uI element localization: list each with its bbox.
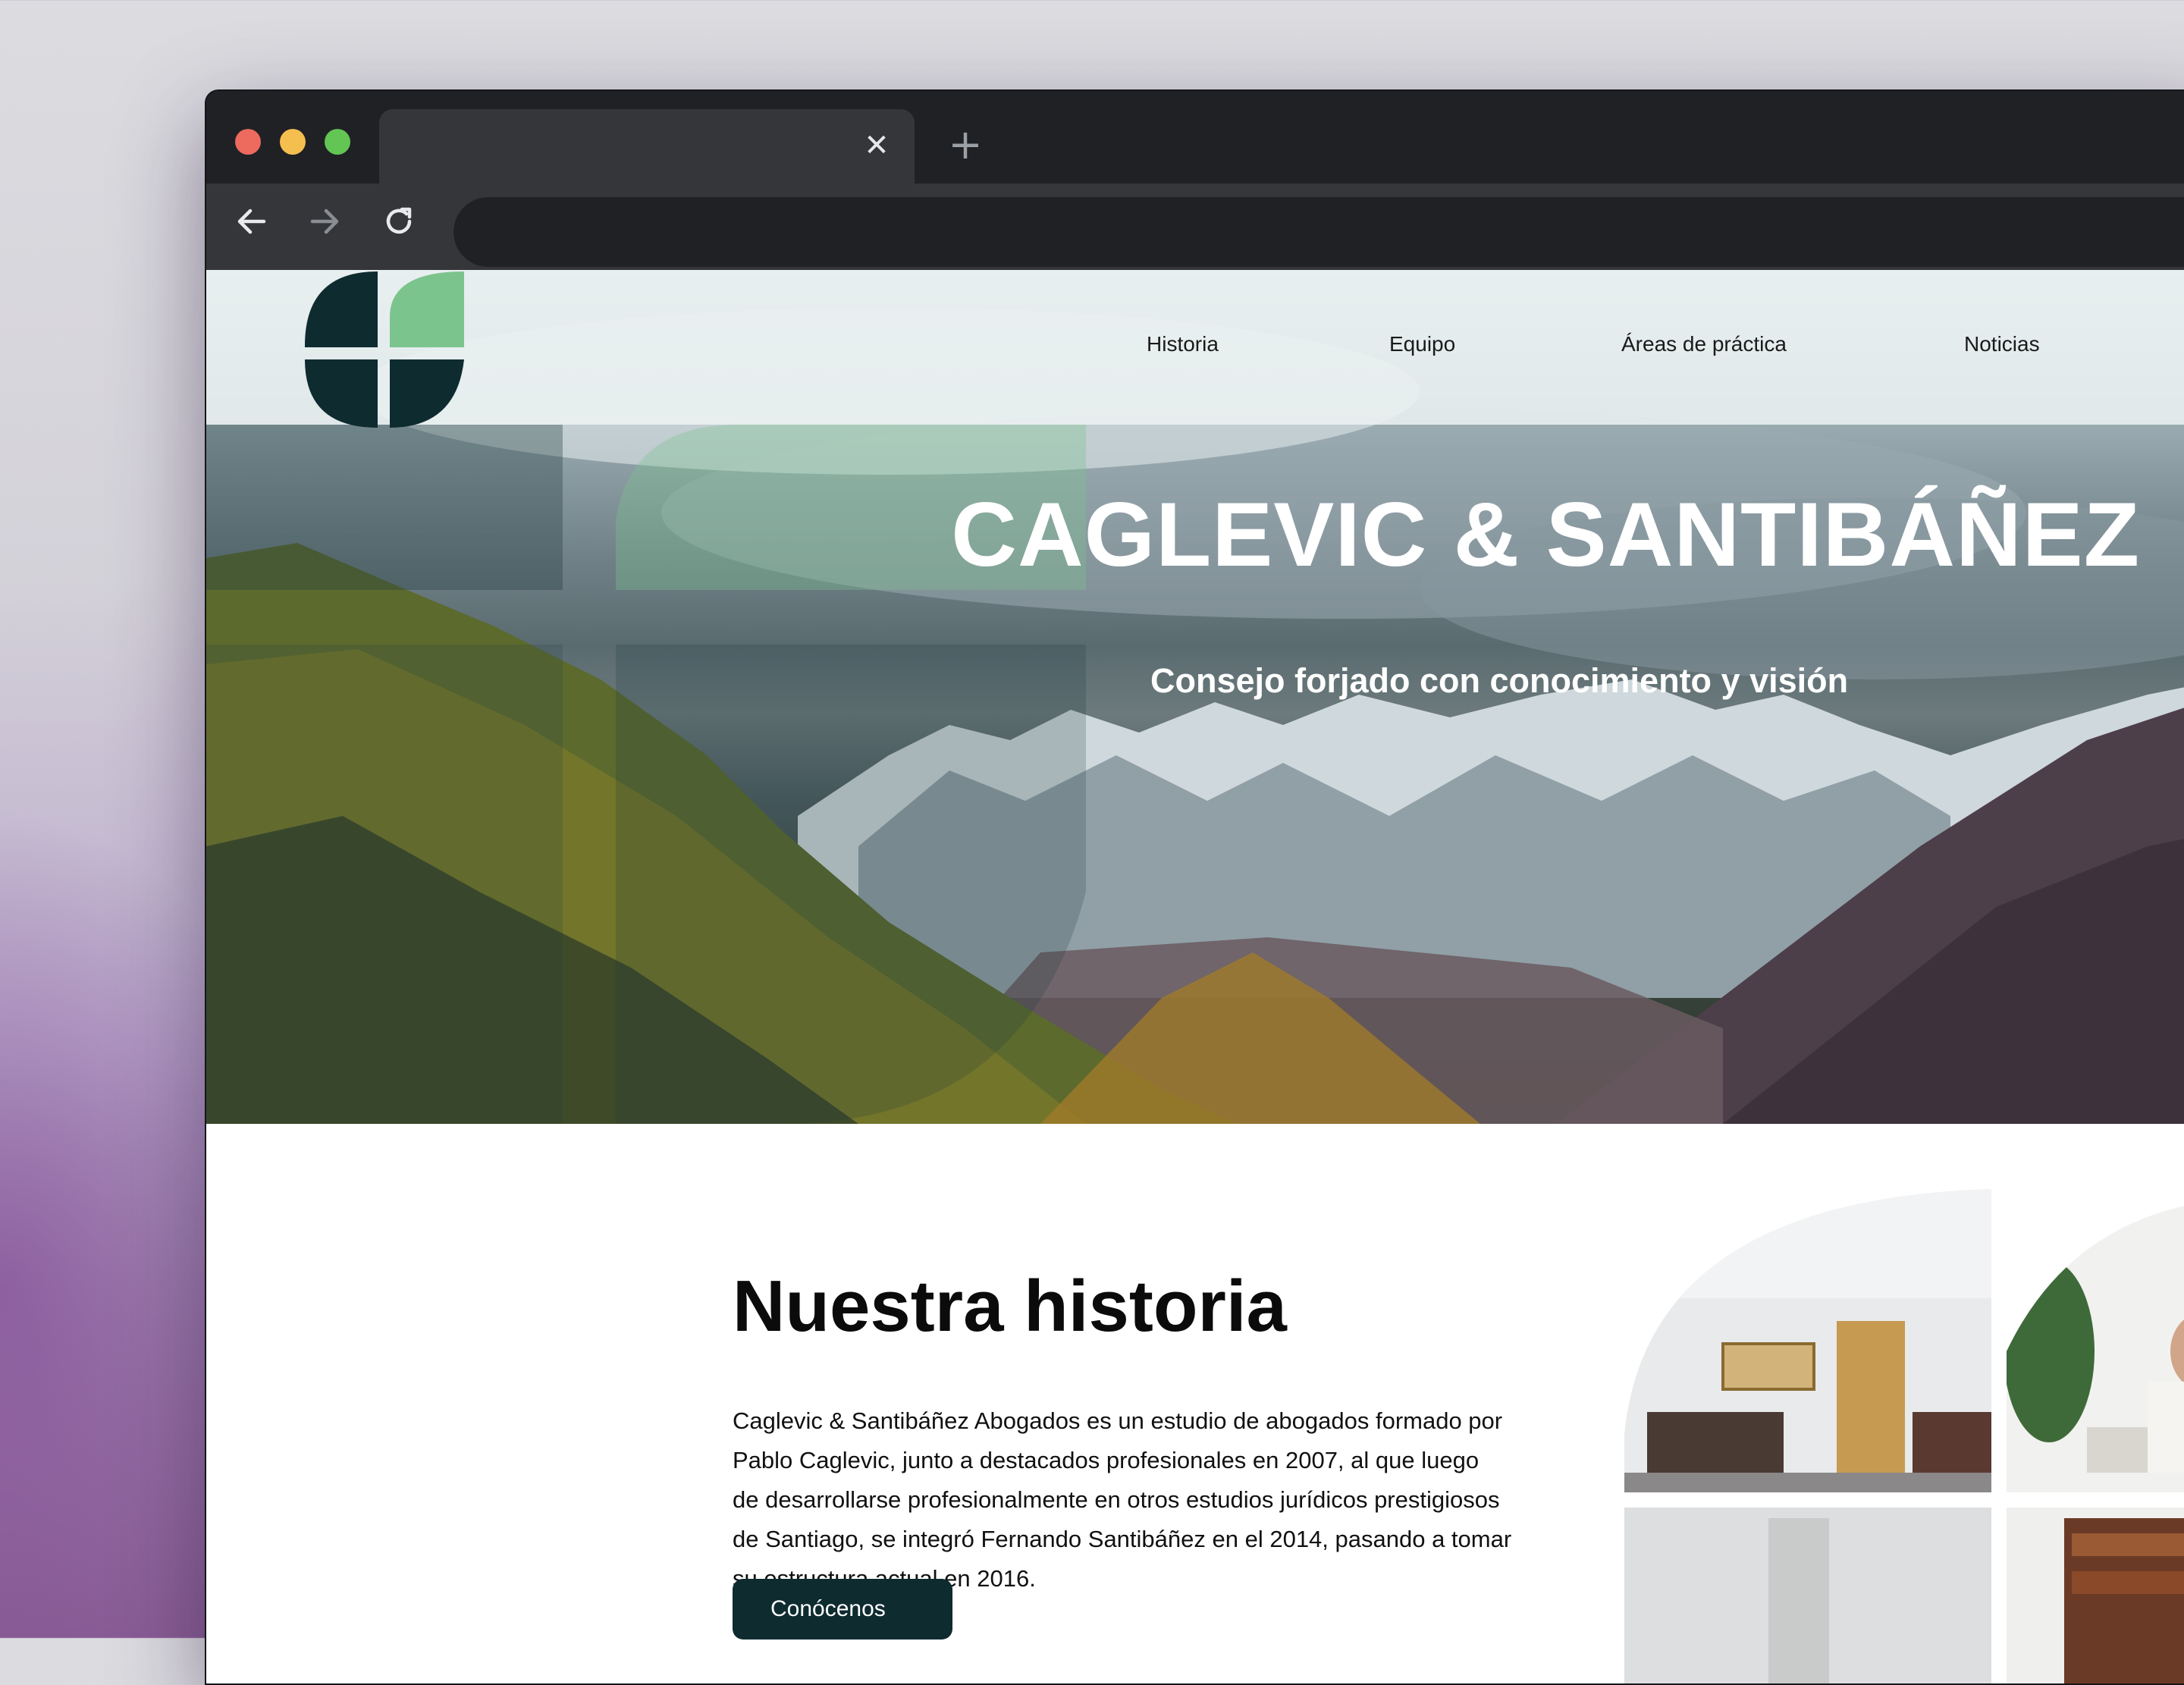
forward-arrow-icon[interactable] <box>302 199 347 244</box>
web-page: Historia Equipo Áreas de práctica Notici… <box>206 270 2184 1683</box>
title-bar: ✕ + <box>206 91 2184 184</box>
address-bar[interactable] <box>453 197 2184 267</box>
browser-tab[interactable]: ✕ <box>379 109 915 184</box>
browser-window: ✕ + Historia Equipo Áreas de práctica No… <box>205 89 2184 1685</box>
maximize-window-button[interactable] <box>325 129 350 155</box>
close-window-button[interactable] <box>235 129 261 155</box>
office-photo-3 <box>1624 1508 1991 1683</box>
nav-link-equipo[interactable]: Equipo <box>1389 332 1455 356</box>
minimize-window-button[interactable] <box>280 129 306 155</box>
history-section: Nuestra historia Caglevic & Santibáñez A… <box>206 1124 2184 1683</box>
close-icon[interactable]: ✕ <box>861 130 892 161</box>
plus-icon[interactable]: + <box>946 124 984 165</box>
address-input[interactable] <box>453 197 2184 267</box>
nav-link-areas[interactable]: Áreas de práctica <box>1621 332 1787 356</box>
hero-subtitle: Consejo forjado con conocimiento y visió… <box>1150 661 1849 700</box>
hero-section: Historia Equipo Áreas de práctica Notici… <box>206 270 2184 1124</box>
office-photo-collage <box>1624 1189 2184 1683</box>
reception-photo <box>1624 1189 1991 1492</box>
nav-link-historia[interactable]: Historia <box>1147 332 1219 356</box>
browser-toolbar <box>206 184 2184 270</box>
site-navbar: Historia Equipo Áreas de práctica Notici… <box>206 270 2184 428</box>
library-photo <box>2007 1508 2184 1683</box>
reload-icon[interactable] <box>376 199 422 244</box>
meeting-photo <box>2007 1200 2184 1492</box>
nav-link-noticias[interactable]: Noticias <box>1964 332 2040 356</box>
firm-logo[interactable] <box>305 271 464 428</box>
hero-title: CAGLEVIC & SANTIBÁÑEZ <box>951 484 2140 585</box>
back-arrow-icon[interactable] <box>229 199 275 244</box>
